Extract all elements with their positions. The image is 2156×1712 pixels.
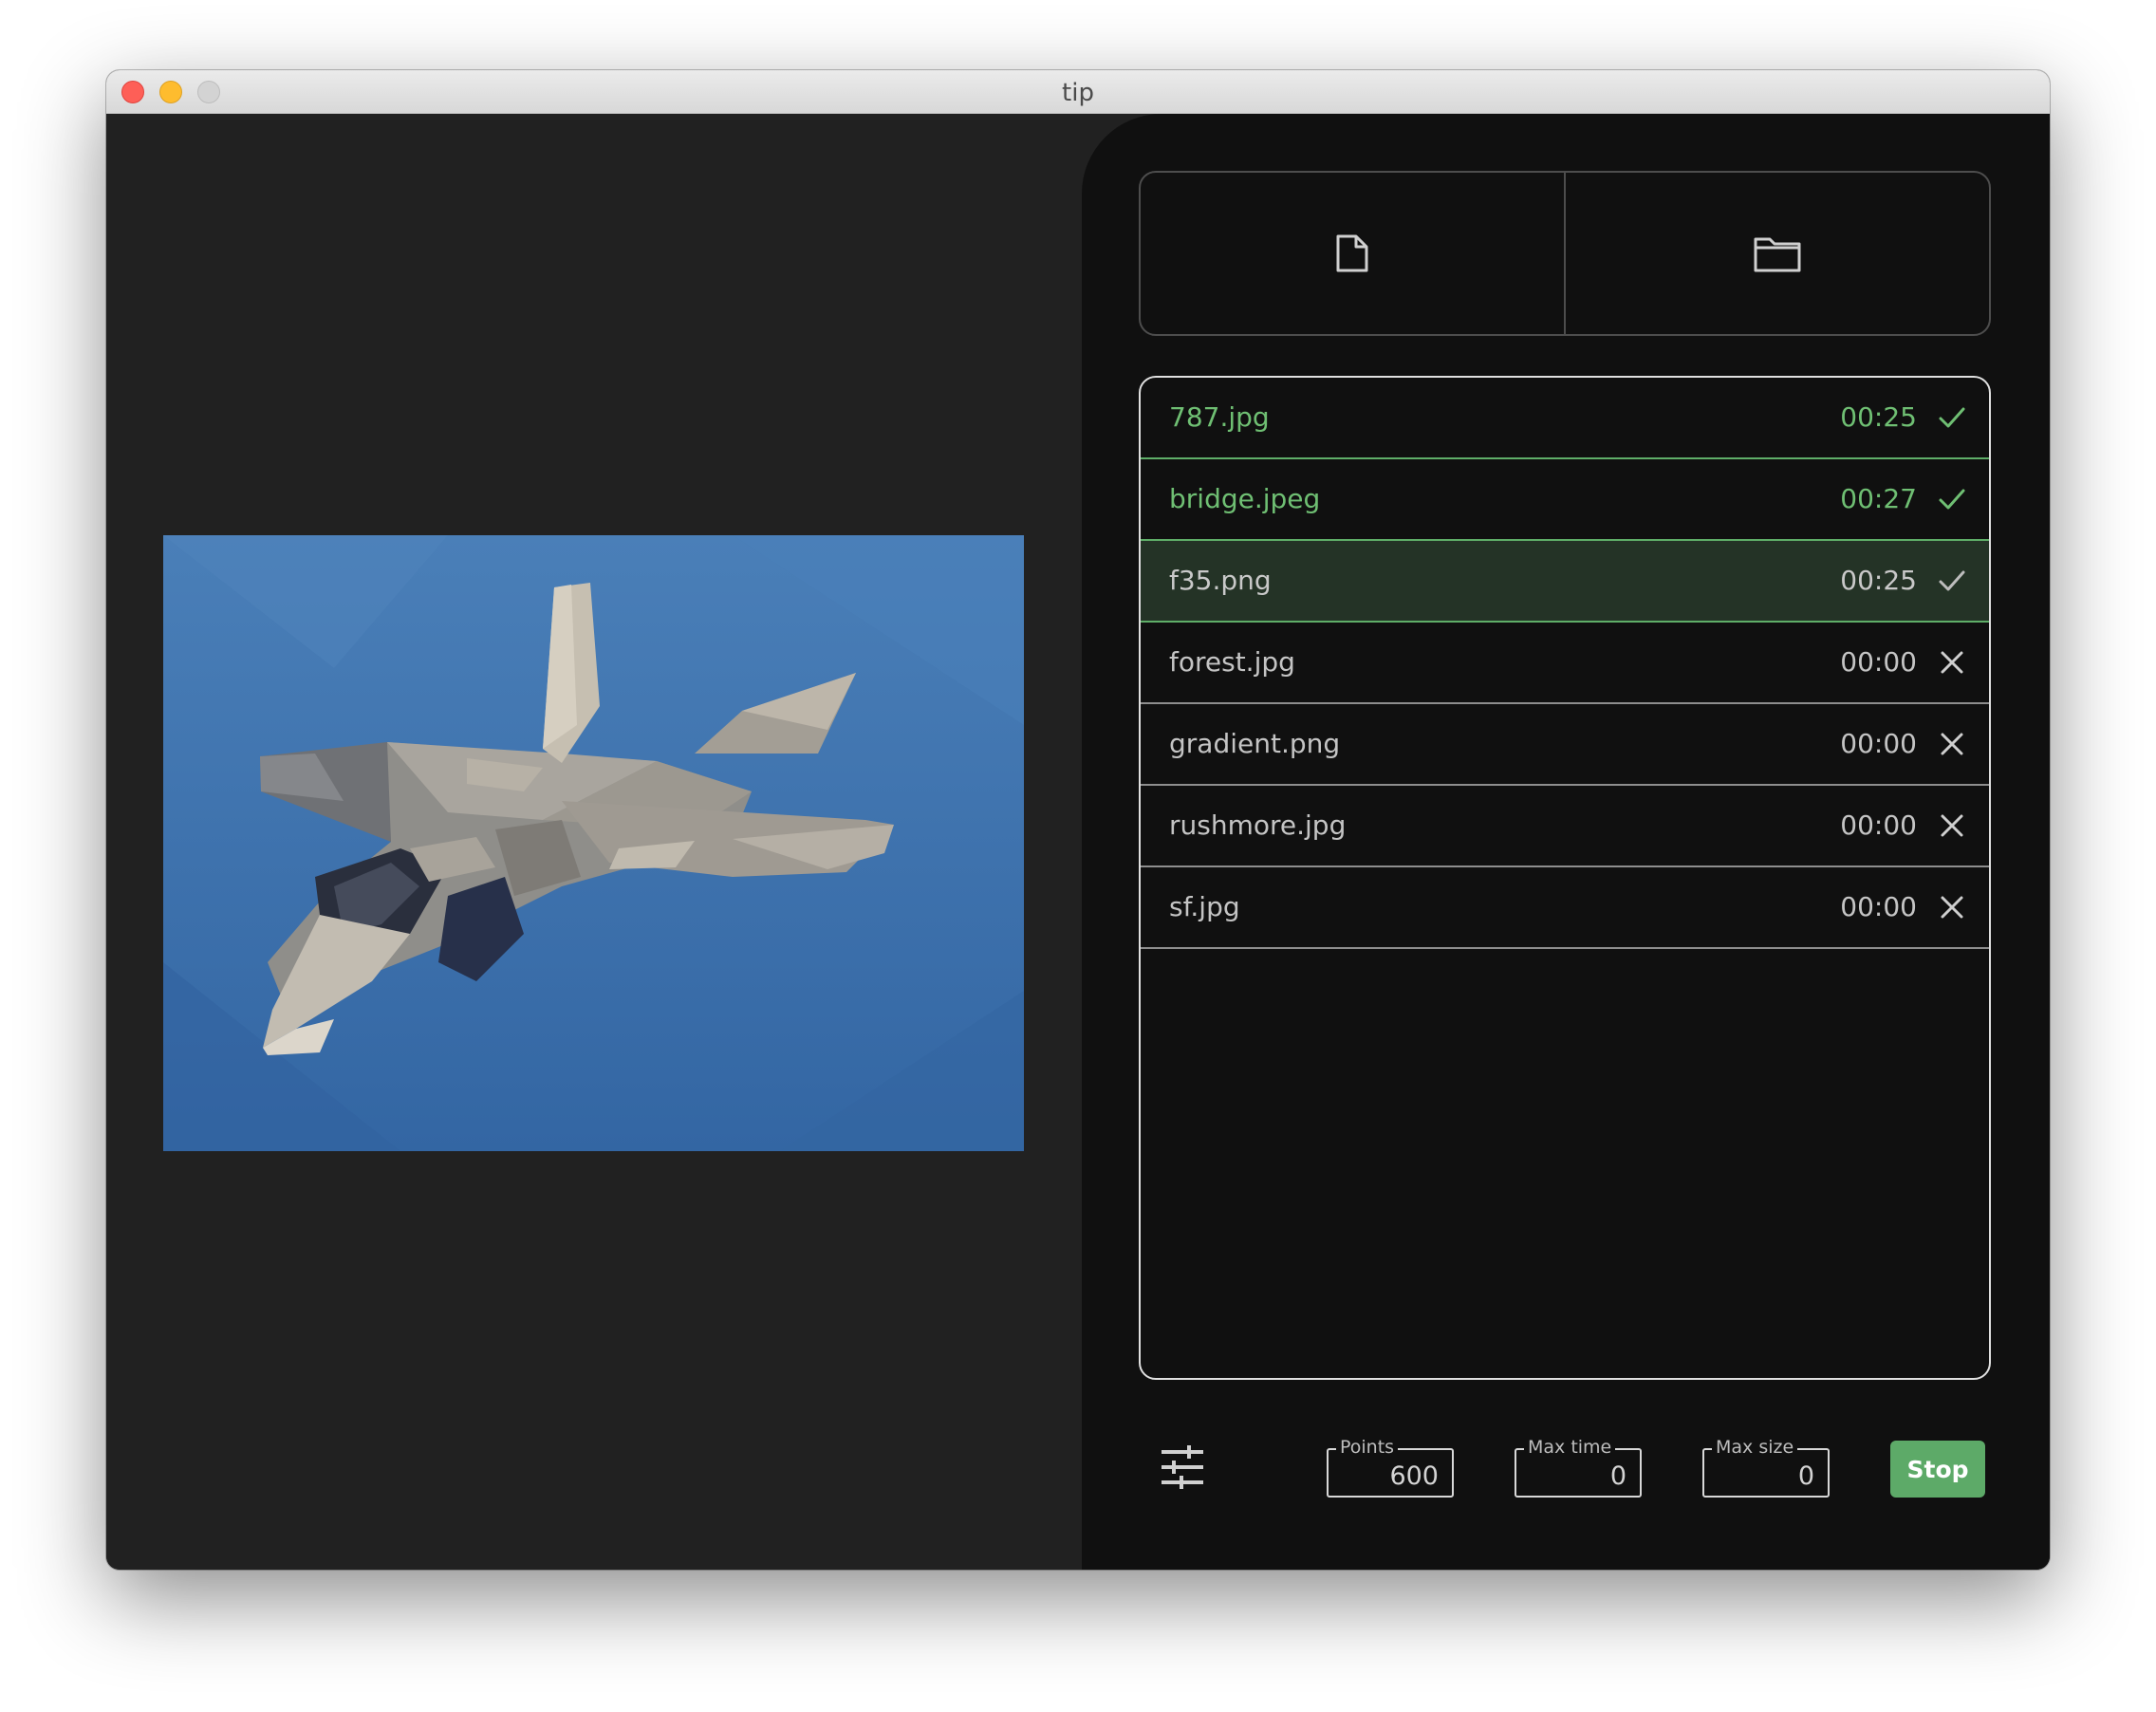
- file-time: 00:00: [1840, 809, 1917, 841]
- points-field: Points: [1327, 1435, 1454, 1498]
- file-row[interactable]: rushmore.jpg 00:00: [1141, 786, 1989, 867]
- file-name: bridge.jpeg: [1169, 483, 1321, 514]
- cross-icon: [1941, 651, 1963, 674]
- file-time: 00:00: [1840, 646, 1917, 678]
- file-row[interactable]: 787.jpg 00:25: [1141, 378, 1989, 459]
- main-content: 787.jpg 00:25 bridge.jpeg 00:27 f35.png …: [106, 114, 2050, 1570]
- file-name: gradient.png: [1169, 728, 1341, 759]
- file-list: 787.jpg 00:25 bridge.jpeg 00:27 f35.png …: [1139, 376, 1991, 1380]
- file-time: 00:25: [1840, 565, 1917, 596]
- check-icon: [1939, 407, 1965, 428]
- cross-icon: [1941, 896, 1963, 919]
- file-name: sf.jpg: [1169, 891, 1240, 922]
- window-title: tip: [1062, 79, 1094, 107]
- file-row[interactable]: gradient.png 00:00: [1141, 704, 1989, 786]
- file-name: 787.jpg: [1169, 401, 1270, 433]
- sliders-icon: [1162, 1445, 1203, 1489]
- file-row[interactable]: sf.jpg 00:00: [1141, 867, 1989, 949]
- file-name: rushmore.jpg: [1169, 809, 1347, 841]
- cross-icon: [1941, 814, 1963, 837]
- file-time: 00:27: [1840, 483, 1917, 514]
- max-time-input[interactable]: [1522, 1460, 1626, 1492]
- bottom-bar: Points Max time Max size Stop: [1139, 1427, 1991, 1503]
- max-size-label: Max size: [1712, 1435, 1798, 1460]
- max-time-label: Max time: [1524, 1435, 1616, 1460]
- title-bar: tip: [106, 70, 2050, 114]
- stop-button[interactable]: Stop: [1890, 1441, 1985, 1498]
- low-poly-jet-image: [163, 535, 1024, 1151]
- points-label: Points: [1336, 1435, 1399, 1460]
- points-input[interactable]: [1334, 1460, 1439, 1492]
- check-icon: [1939, 489, 1965, 510]
- open-folder-button[interactable]: [1564, 173, 1989, 334]
- max-size-field: Max size: [1702, 1435, 1830, 1498]
- file-name: forest.jpg: [1169, 646, 1295, 678]
- settings-button[interactable]: [1160, 1444, 1205, 1490]
- file-row[interactable]: bridge.jpeg 00:27: [1141, 459, 1989, 541]
- file-time: 00:00: [1840, 891, 1917, 922]
- open-file-button[interactable]: [1141, 173, 1564, 334]
- image-preview: [163, 535, 1024, 1151]
- file-row[interactable]: forest.jpg 00:00: [1141, 623, 1989, 704]
- source-buttons: [1139, 171, 1991, 336]
- file-time: 00:25: [1840, 401, 1917, 433]
- folder-icon: [1754, 237, 1801, 272]
- max-size-input[interactable]: [1710, 1460, 1814, 1492]
- app-window: tip 787.jpg 00:25 bridge.jpeg 00:27 f35.…: [106, 70, 2050, 1570]
- file-row-selected[interactable]: f35.png 00:25: [1141, 541, 1989, 623]
- file-icon: [1336, 234, 1368, 272]
- side-panel: 787.jpg 00:25 bridge.jpeg 00:27 f35.png …: [1082, 114, 2050, 1570]
- file-time: 00:00: [1840, 728, 1917, 759]
- file-name: f35.png: [1169, 565, 1272, 596]
- check-icon: [1939, 570, 1965, 591]
- max-time-field: Max time: [1515, 1435, 1642, 1498]
- cross-icon: [1941, 733, 1963, 755]
